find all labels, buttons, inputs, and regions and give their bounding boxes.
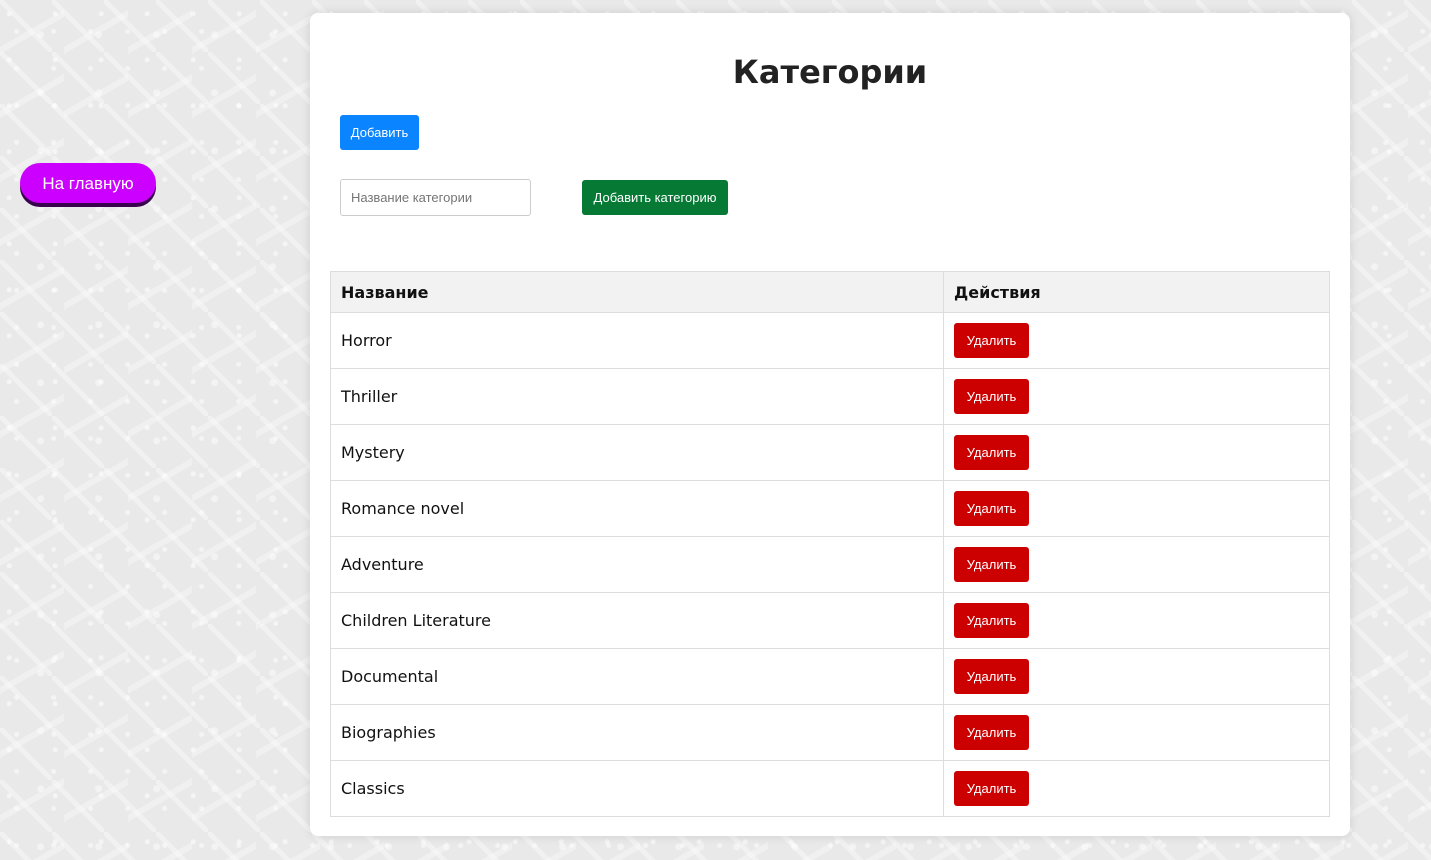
category-name-cell: Mystery: [330, 424, 944, 481]
delete-button[interactable]: Удалить: [954, 771, 1029, 806]
delete-button[interactable]: Удалить: [954, 323, 1029, 358]
category-name-cell: Classics: [330, 760, 944, 817]
category-name-cell: Children Literature: [330, 592, 944, 649]
delete-button[interactable]: Удалить: [954, 603, 1029, 638]
actions-cell: Удалить: [943, 648, 1330, 705]
delete-button[interactable]: Удалить: [954, 379, 1029, 414]
category-name-cell: Romance novel: [330, 480, 944, 537]
category-name-cell: Thriller: [330, 368, 944, 425]
categories-panel: Категории Добавить Добавить категорию На…: [310, 13, 1350, 836]
table-row: Biographies Удалить: [330, 704, 1330, 761]
actions-cell: Удалить: [943, 536, 1330, 593]
table-row: Mystery Удалить: [330, 424, 1330, 481]
add-button[interactable]: Добавить: [340, 115, 419, 150]
page-title: Категории: [732, 53, 928, 91]
add-category-button[interactable]: Добавить категорию: [582, 180, 728, 215]
actions-cell: Удалить: [943, 704, 1330, 761]
delete-button[interactable]: Удалить: [954, 435, 1029, 470]
delete-button[interactable]: Удалить: [954, 547, 1029, 582]
table-header-row: Название Действия: [330, 271, 1330, 313]
table-row: Children Literature Удалить: [330, 592, 1330, 649]
category-name-cell: Documental: [330, 648, 944, 705]
category-name-cell: Biographies: [330, 704, 944, 761]
delete-button[interactable]: Удалить: [954, 715, 1029, 750]
category-name-cell: Adventure: [330, 536, 944, 593]
category-name-cell: Horror: [330, 312, 944, 369]
table-row: Thriller Удалить: [330, 368, 1330, 425]
category-name-input[interactable]: [340, 179, 531, 216]
table-row: Adventure Удалить: [330, 536, 1330, 593]
categories-table-body: Horror Удалить Thriller Удалить Mystery Удали…: [330, 312, 1330, 817]
actions-cell: Удалить: [943, 760, 1330, 817]
actions-cell: Удалить: [943, 368, 1330, 425]
categories-table: Название Действия Horror Удалить Thriller У…: [330, 271, 1330, 817]
column-header-actions: Действия: [943, 271, 1330, 313]
delete-button[interactable]: Удалить: [954, 659, 1029, 694]
column-header-name: Название: [330, 271, 944, 313]
actions-cell: Удалить: [943, 480, 1330, 537]
home-button[interactable]: На главную: [20, 163, 156, 203]
actions-cell: Удалить: [943, 592, 1330, 649]
table-row: Horror Удалить: [330, 312, 1330, 369]
table-row: Documental Удалить: [330, 648, 1330, 705]
delete-button[interactable]: Удалить: [954, 491, 1029, 526]
actions-cell: Удалить: [943, 424, 1330, 481]
actions-cell: Удалить: [943, 312, 1330, 369]
table-row: Classics Удалить: [330, 760, 1330, 817]
table-row: Romance novel Удалить: [330, 480, 1330, 537]
